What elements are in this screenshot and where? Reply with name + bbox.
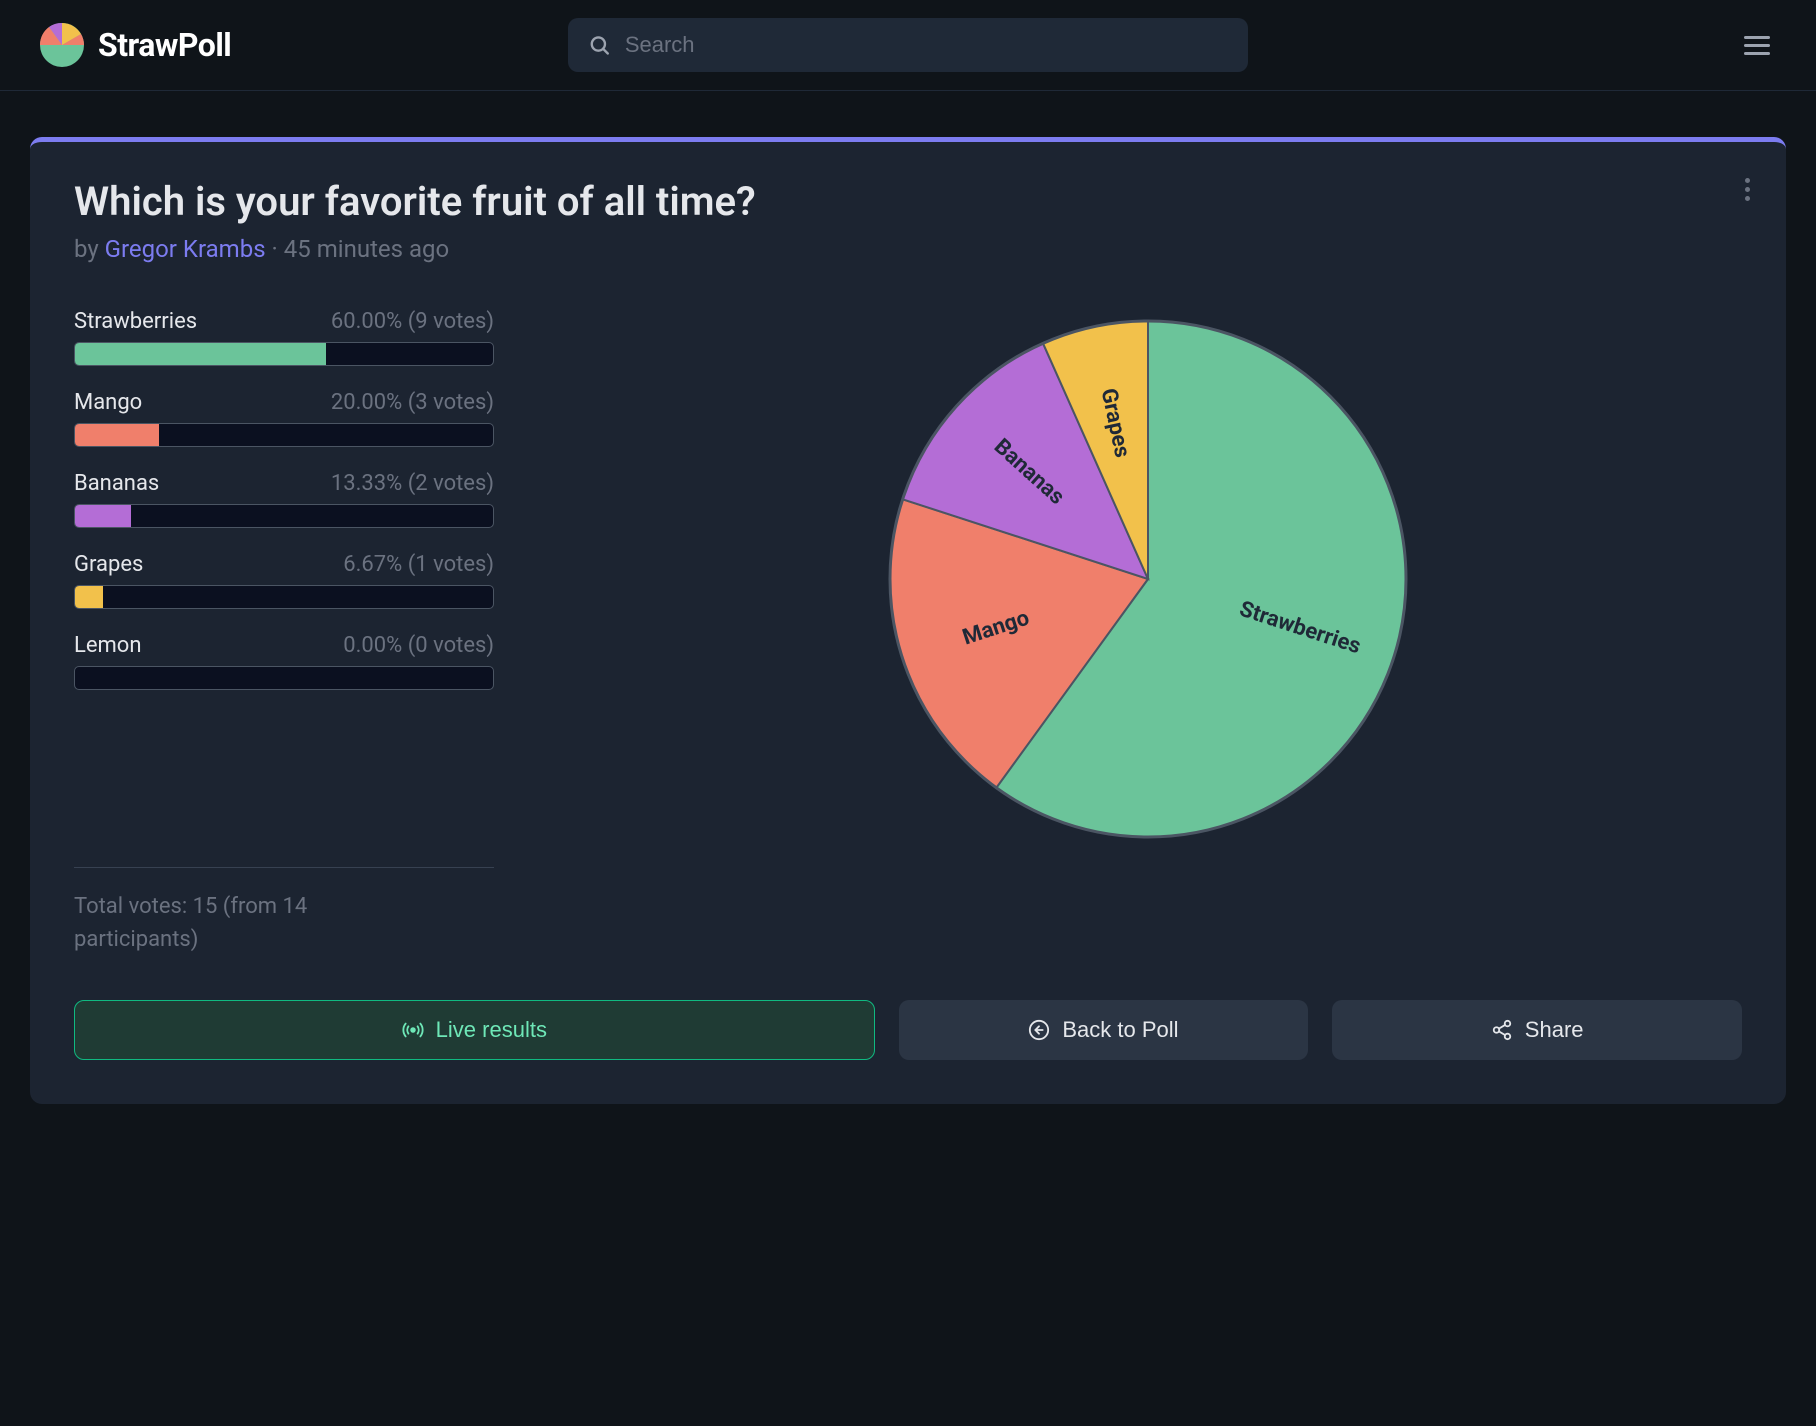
result-row: Grapes 6.67% (1 votes): [74, 552, 494, 609]
more-options-button[interactable]: [1741, 174, 1754, 205]
bar-track: [74, 666, 494, 690]
search-icon: [588, 33, 611, 57]
author-link[interactable]: Gregor Krambs: [105, 235, 266, 263]
totals-text: Total votes: 15 (from 14 participants): [74, 890, 434, 956]
back-to-poll-label: Back to Poll: [1062, 1017, 1178, 1043]
bar-track: [74, 585, 494, 609]
bar-track: [74, 423, 494, 447]
share-icon: [1491, 1019, 1513, 1041]
menu-button[interactable]: [1738, 30, 1776, 61]
arrow-left-circle-icon: [1028, 1019, 1050, 1041]
result-row: Bananas 13.33% (2 votes): [74, 471, 494, 528]
bar-fill: [75, 586, 103, 608]
pie-chart: StrawberriesMangoBananasGrapes: [878, 309, 1418, 849]
option-name: Strawberries: [74, 309, 197, 334]
result-row: Mango 20.00% (3 votes): [74, 390, 494, 447]
topbar: StrawPoll: [0, 0, 1816, 91]
bar-track: [74, 342, 494, 366]
option-stat: 13.33% (2 votes): [331, 471, 494, 496]
poll-card: Which is your favorite fruit of all time…: [30, 137, 1786, 1104]
bar-fill: [75, 505, 131, 527]
brand[interactable]: StrawPoll: [40, 23, 231, 67]
result-row: Lemon 0.00% (0 votes): [74, 633, 494, 690]
time-ago: 45 minutes ago: [284, 235, 449, 263]
option-stat: 6.67% (1 votes): [343, 552, 494, 577]
option-name: Bananas: [74, 471, 159, 496]
byline-sep: ·: [266, 235, 284, 263]
option-stat: 60.00% (9 votes): [331, 309, 494, 334]
brand-text: StrawPoll: [98, 26, 231, 64]
poll-title: Which is your favorite fruit of all time…: [74, 178, 1742, 225]
option-stat: 0.00% (0 votes): [343, 633, 494, 658]
option-name: Grapes: [74, 552, 143, 577]
back-to-poll-button[interactable]: Back to Poll: [899, 1000, 1309, 1060]
bar-fill: [75, 343, 326, 365]
option-name: Mango: [74, 390, 142, 415]
divider: [74, 867, 494, 868]
option-name: Lemon: [74, 633, 142, 658]
bar-fill: [75, 424, 159, 446]
live-results-label: Live results: [436, 1017, 547, 1043]
result-row: Strawberries 60.00% (9 votes): [74, 309, 494, 366]
option-stat: 20.00% (3 votes): [331, 390, 494, 415]
broadcast-icon: [402, 1019, 424, 1041]
search-box[interactable]: [568, 18, 1248, 72]
results-list: Strawberries 60.00% (9 votes) Mango 20.0…: [74, 309, 494, 849]
search-input[interactable]: [625, 32, 1228, 58]
bar-track: [74, 504, 494, 528]
action-buttons: Live results Back to Poll Share: [74, 1000, 1742, 1060]
poll-byline: by Gregor Krambs · 45 minutes ago: [74, 235, 1742, 263]
live-results-button[interactable]: Live results: [74, 1000, 875, 1060]
by-prefix: by: [74, 235, 105, 263]
logo-icon: [40, 23, 84, 67]
share-button[interactable]: Share: [1332, 1000, 1742, 1060]
share-label: Share: [1525, 1017, 1584, 1043]
